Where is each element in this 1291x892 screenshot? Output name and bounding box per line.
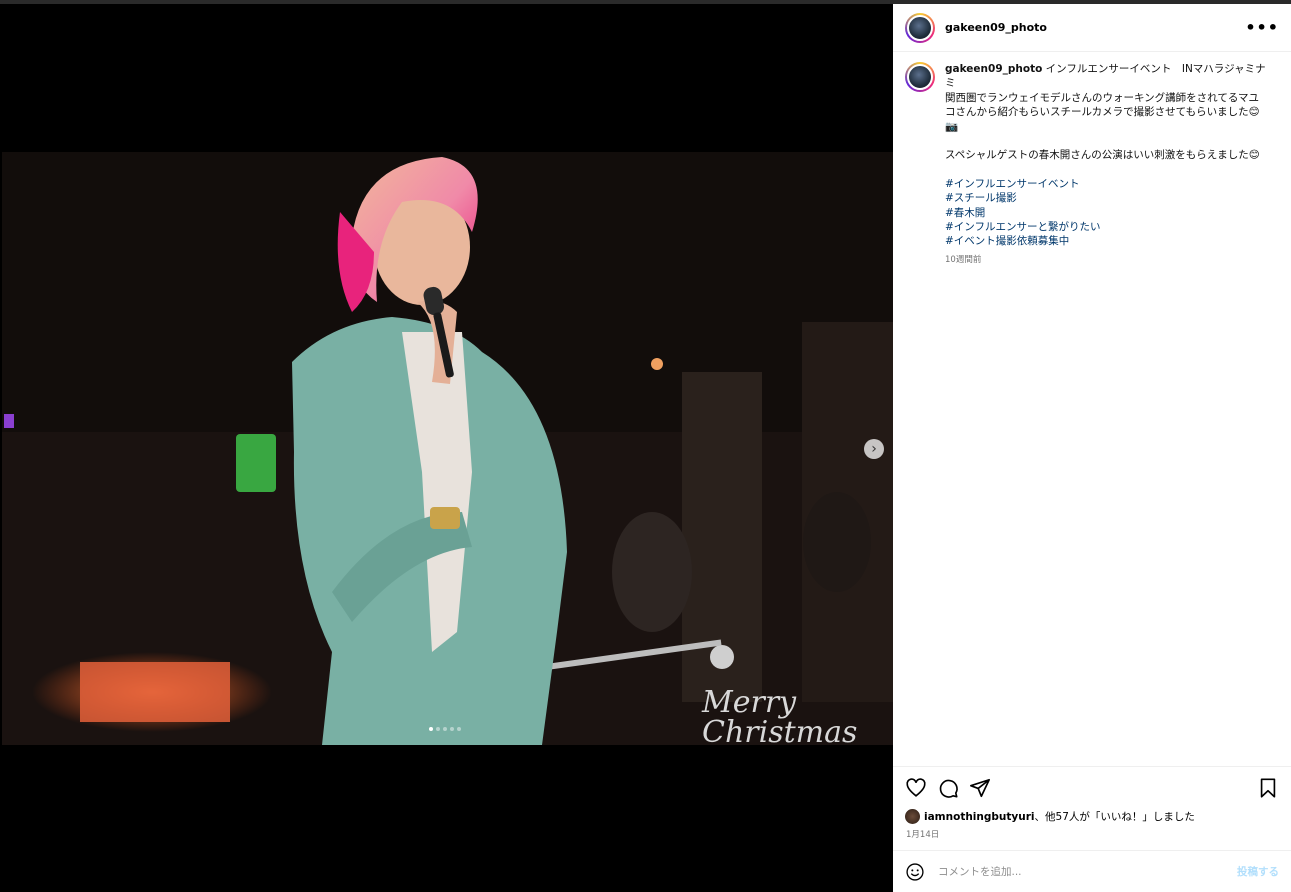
photo-illustration: Merry Christmas (2, 152, 893, 745)
more-options-icon[interactable]: ••• (1245, 18, 1279, 37)
caption-timestamp[interactable]: 10週間前 (945, 253, 1267, 267)
chevron-right-icon: › (871, 441, 877, 457)
caption-username[interactable]: gakeen09_photo (945, 63, 1042, 75)
carousel-dot (429, 727, 433, 731)
carousel-dot (457, 727, 461, 731)
hashtag-link[interactable]: #春木開 (945, 206, 1267, 220)
hashtag-link[interactable]: #インフルエンサーイベント (945, 177, 1267, 191)
emoji-icon[interactable] (905, 862, 925, 882)
caption-avatar[interactable] (905, 62, 935, 92)
author-avatar[interactable] (905, 12, 935, 43)
post-date[interactable]: 1月14日 (906, 828, 939, 840)
like-heart-icon[interactable] (905, 777, 927, 799)
comment-input[interactable] (938, 865, 1237, 878)
carousel-indicator (429, 727, 461, 731)
post-comment-button[interactable]: 投稿する (1237, 864, 1279, 879)
hashtags: #インフルエンサーイベント #スチール撮影 #春木開 #インフルエンサーと繋がり… (945, 177, 1267, 249)
carousel-dot (443, 727, 447, 731)
share-send-icon[interactable] (969, 777, 991, 799)
svg-text:Christmas: Christmas (702, 715, 857, 745)
likes-summary[interactable]: iamnothingbutyuri 、他57人が「いいね！」しました (905, 809, 1195, 824)
caption-body: gakeen09_photo インフルエンサーイベント INマハラジャミナミ 関… (945, 62, 1267, 267)
author-username[interactable]: gakeen09_photo (945, 21, 1047, 34)
media-area: Merry Christmas › (0, 4, 893, 892)
action-bar (893, 766, 1291, 808)
post-photo[interactable]: Merry Christmas (2, 152, 893, 745)
likes-username[interactable]: iamnothingbutyuri (924, 811, 1035, 823)
next-image-button[interactable]: › (864, 439, 884, 459)
hashtag-link[interactable]: #インフルエンサーと繋がりたい (945, 220, 1267, 234)
likes-text: 、他57人が「いいね！」しました (1034, 811, 1195, 823)
hashtag-link[interactable]: #イベント撮影依頼募集中 (945, 234, 1267, 248)
liker-avatar (905, 809, 920, 824)
post-header: gakeen09_photo ••• (893, 4, 1291, 52)
comment-icon[interactable] (937, 777, 959, 799)
bookmark-icon[interactable] (1257, 777, 1279, 799)
hashtag-link[interactable]: #スチール撮影 (945, 191, 1267, 205)
carousel-dot (436, 727, 440, 731)
caption-text: 関西圏でランウェイモデルさんのウォーキング講師をされてるマユコさんから紹介もらい… (945, 91, 1260, 162)
comment-box: 投稿する (893, 850, 1291, 892)
post-side-panel: gakeen09_photo ••• gakeen09_photo インフルエン… (893, 4, 1291, 892)
caption: gakeen09_photo インフルエンサーイベント INマハラジャミナミ 関… (905, 62, 1285, 267)
carousel-dot (450, 727, 454, 731)
post-dialog: Merry Christmas › gakeen09_photo ••• gak… (0, 0, 1291, 892)
